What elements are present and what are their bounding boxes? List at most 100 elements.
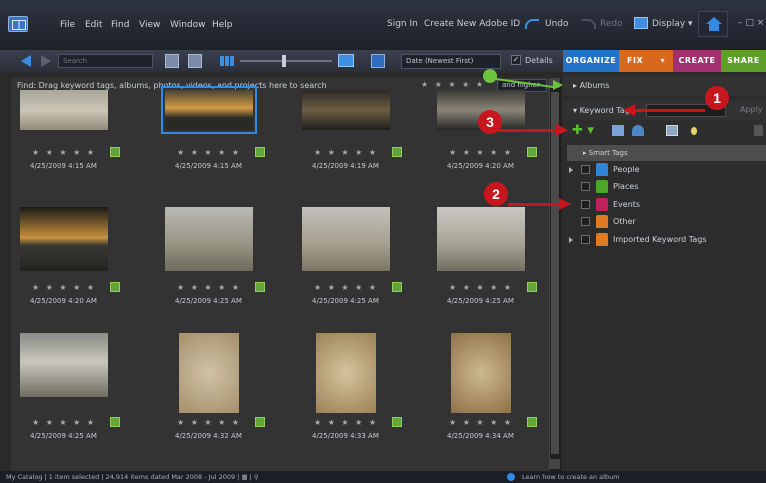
photo-rating-stars[interactable]: ★ ★ ★ ★ ★ — [32, 283, 96, 292]
photo-rating-stars[interactable]: ★ ★ ★ ★ ★ — [314, 148, 378, 157]
photo-thumbnail[interactable] — [20, 207, 108, 271]
tag-checkbox[interactable] — [581, 217, 590, 226]
photo-thumbnail[interactable] — [179, 333, 239, 413]
expand-arrow-icon[interactable] — [569, 237, 573, 243]
tag-category-icon — [596, 233, 608, 246]
expand-arrow-icon[interactable] — [569, 167, 573, 173]
tab-create[interactable]: CREATE — [673, 50, 721, 72]
thumbnail-grid-icon[interactable] — [220, 56, 234, 66]
create-adobe-id-link[interactable]: Create New Adobe ID — [424, 19, 520, 29]
photo-rating-stars[interactable]: ★ ★ ★ ★ ★ — [177, 418, 241, 427]
back-arrow-icon[interactable] — [21, 55, 31, 67]
rating-filter-stars[interactable]: ★ ★ ★ ★ ★ — [421, 80, 485, 89]
tag-indicator-icon[interactable] — [255, 147, 265, 157]
tab-share[interactable]: SHARE — [721, 50, 766, 72]
tag-checkbox[interactable] — [581, 235, 590, 244]
albums-header[interactable]: ▸ Albums — [563, 76, 766, 96]
photo-thumbnail[interactable] — [302, 207, 390, 271]
tag-checkbox[interactable] — [581, 200, 590, 209]
rotate-right-icon[interactable] — [188, 54, 202, 68]
tag-image-icon[interactable] — [666, 125, 678, 136]
photo-rating-stars[interactable]: ★ ★ ★ ★ ★ — [32, 148, 96, 157]
tag-indicator-icon[interactable] — [110, 282, 120, 292]
tab-organize[interactable]: ORGANIZE — [563, 50, 619, 72]
tag-checkbox[interactable] — [581, 182, 590, 191]
tag-category-icon — [596, 198, 608, 211]
photo-date-caption: 4/25/2009 4:15 AM — [175, 162, 242, 170]
rotate-left-icon[interactable] — [165, 54, 179, 68]
full-screen-icon[interactable] — [371, 54, 385, 68]
keyword-tag-row[interactable]: Events — [569, 197, 759, 213]
apply-button[interactable]: Apply — [740, 105, 763, 114]
tag-indicator-icon[interactable] — [527, 147, 537, 157]
tag-checkbox[interactable] — [581, 165, 590, 174]
photo-thumbnail[interactable] — [451, 333, 511, 413]
photo-thumbnail[interactable] — [20, 90, 108, 130]
undo-icon[interactable] — [525, 19, 539, 29]
learn-album-link[interactable]: Learn how to create an album — [522, 471, 620, 483]
tag-indicator-icon[interactable] — [392, 417, 402, 427]
keyword-cloud-icon[interactable] — [632, 125, 644, 136]
new-tag-plus-icon[interactable]: ✚ ▾ — [572, 123, 594, 138]
keyword-tag-row[interactable]: Other — [569, 214, 759, 230]
photo-rating-stars[interactable]: ★ ★ ★ ★ ★ — [314, 283, 378, 292]
thumbnail-size-slider[interactable] — [240, 60, 332, 62]
keyword-tag-row[interactable]: Places — [569, 179, 759, 195]
menu-find[interactable]: Find — [111, 20, 129, 30]
scroll-down-button[interactable] — [550, 459, 560, 469]
tag-label: Places — [613, 182, 639, 191]
photo-rating-stars[interactable]: ★ ★ ★ ★ ★ — [449, 418, 513, 427]
photo-thumbnail[interactable] — [20, 333, 108, 397]
trash-icon[interactable] — [754, 125, 763, 136]
lightbulb-icon[interactable] — [691, 127, 697, 135]
tag-indicator-icon[interactable] — [392, 147, 402, 157]
photo-rating-stars[interactable]: ★ ★ ★ ★ ★ — [32, 418, 96, 427]
scroll-thumb[interactable] — [551, 92, 559, 454]
photo-rating-stars[interactable]: ★ ★ ★ ★ ★ — [449, 283, 513, 292]
menu-window[interactable]: Window — [170, 20, 206, 30]
photo-thumbnail[interactable] — [161, 86, 257, 134]
slider-thumb[interactable] — [282, 55, 286, 67]
photo-thumbnail[interactable] — [165, 207, 253, 271]
tag-indicator-icon[interactable] — [255, 417, 265, 427]
photo-rating-stars[interactable]: ★ ★ ★ ★ ★ — [449, 148, 513, 157]
sign-in-link[interactable]: Sign In — [387, 19, 418, 29]
tag-indicator-icon[interactable] — [527, 417, 537, 427]
photo-rating-stars[interactable]: ★ ★ ★ ★ ★ — [177, 283, 241, 292]
tag-indicator-icon[interactable] — [255, 282, 265, 292]
tag-indicator-icon[interactable] — [527, 282, 537, 292]
keyword-tag-row[interactable]: People — [569, 162, 759, 178]
tag-indicator-icon[interactable] — [392, 282, 402, 292]
search-input[interactable] — [58, 54, 153, 68]
photo-rating-stars[interactable]: ★ ★ ★ ★ ★ — [314, 418, 378, 427]
forward-arrow-icon[interactable] — [41, 55, 51, 67]
redo-button[interactable]: Redo — [600, 19, 623, 29]
tag-category-icon — [596, 163, 608, 176]
smart-tags-row[interactable]: ▸ Smart Tags — [567, 145, 766, 161]
details-label: Details — [525, 56, 553, 65]
display-menu-button[interactable]: Display ▾ — [652, 19, 693, 29]
sort-order-select[interactable]: Date (Newest First) — [401, 54, 501, 69]
menu-file[interactable]: File — [60, 20, 75, 30]
fix-dropdown-icon[interactable]: ▾ — [660, 56, 665, 65]
tag-indicator-icon[interactable] — [110, 147, 120, 157]
photo-rating-stars[interactable]: ★ ★ ★ ★ ★ — [177, 148, 241, 157]
photo-date-caption: 4/25/2009 4:15 AM — [30, 162, 97, 170]
details-checkbox[interactable]: ✓ — [511, 55, 521, 65]
menu-view[interactable]: View — [139, 20, 160, 30]
single-photo-view-icon[interactable] — [338, 54, 354, 67]
home-button[interactable] — [698, 11, 728, 37]
window-controls[interactable]: – □ × — [738, 18, 764, 28]
tab-fix[interactable]: FIX ▾ — [619, 50, 673, 72]
menu-edit[interactable]: Edit — [85, 20, 102, 30]
tag-indicator-icon[interactable] — [110, 417, 120, 427]
photo-thumbnail[interactable] — [437, 207, 525, 271]
menu-help[interactable]: Help — [212, 20, 233, 30]
edit-tag-icon[interactable] — [612, 125, 624, 136]
photo-thumbnail[interactable] — [316, 333, 376, 413]
keyword-tag-row[interactable]: Imported Keyword Tags — [569, 232, 759, 248]
photo-date-caption: 4/25/2009 4:33 AM — [312, 432, 379, 440]
find-bar-hint[interactable]: Find: Drag keyword tags, albums, photos,… — [17, 81, 327, 90]
undo-button[interactable]: Undo — [545, 19, 569, 29]
photo-thumbnail[interactable] — [302, 90, 390, 130]
